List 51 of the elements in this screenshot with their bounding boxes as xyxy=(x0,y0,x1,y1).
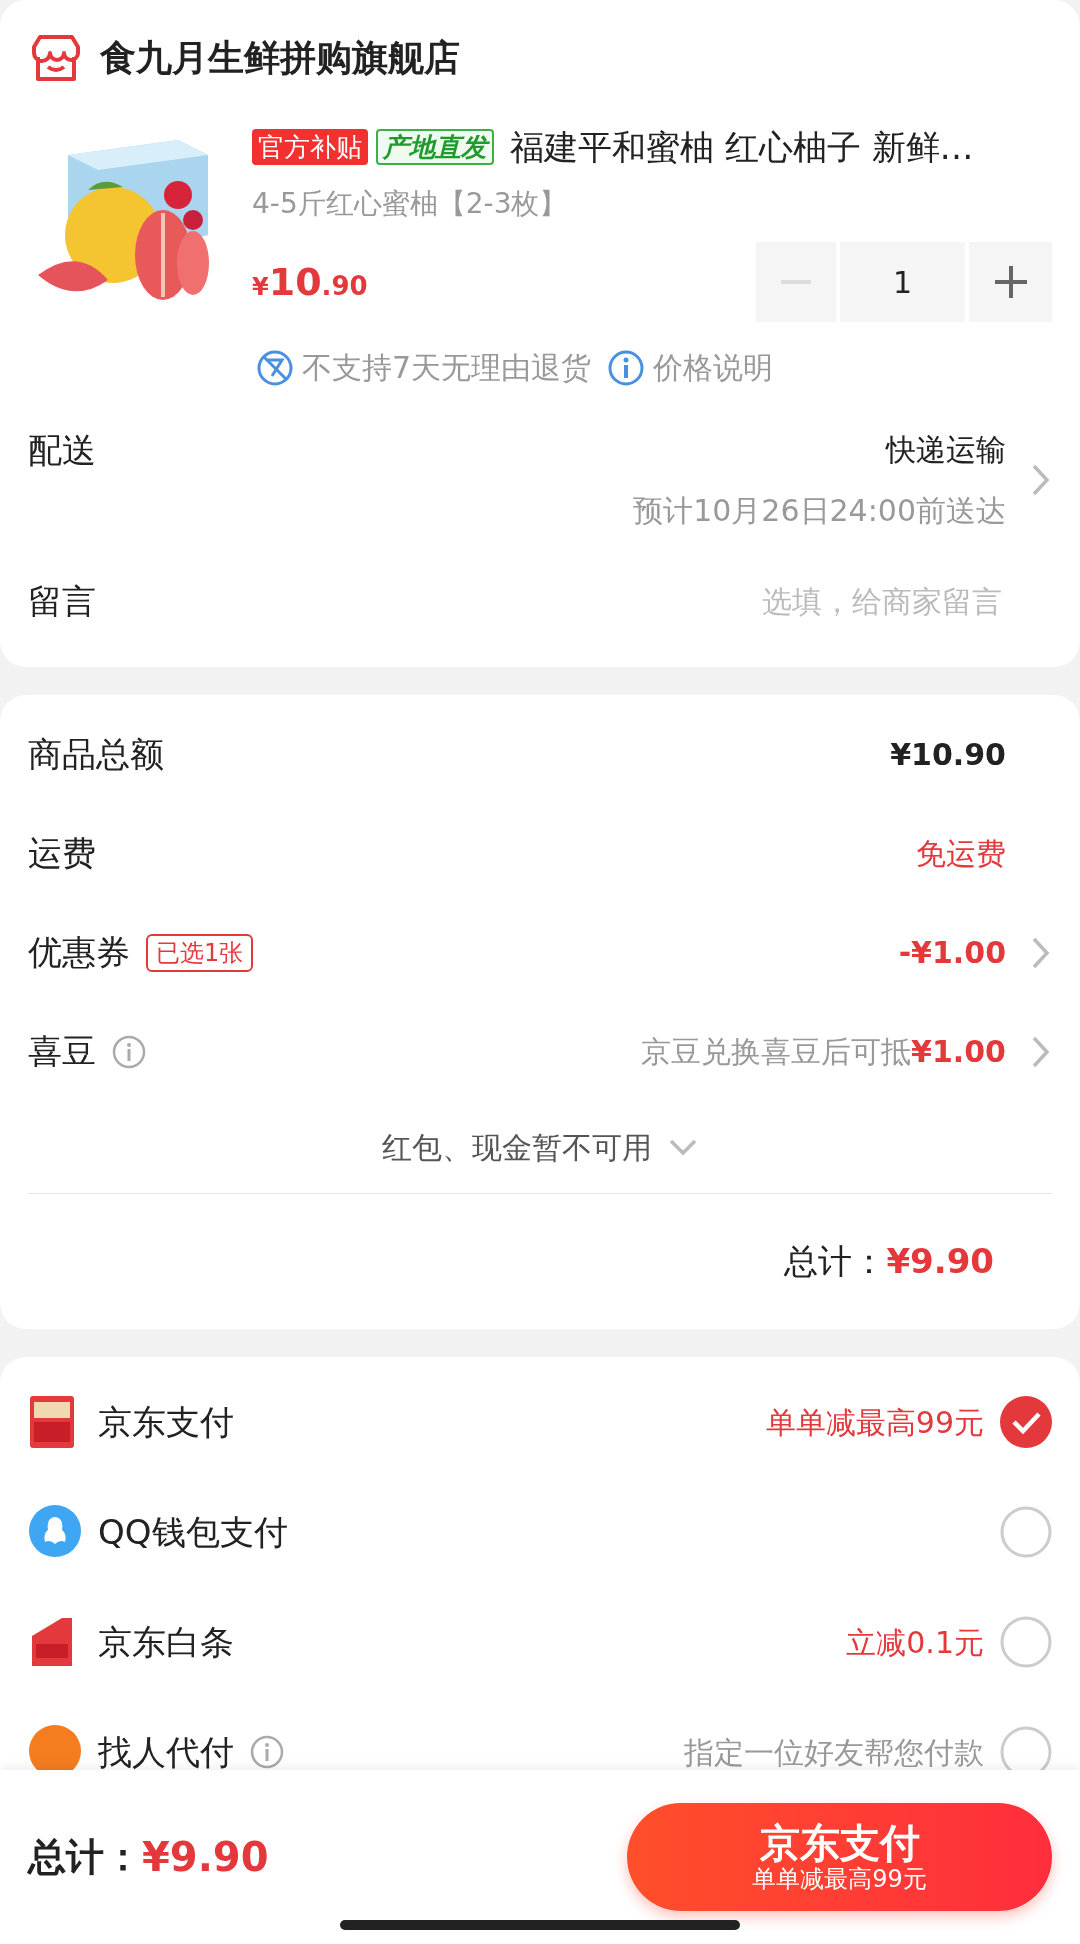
summary-value: ¥1.00 xyxy=(911,1033,1006,1071)
product-tag: 产地直发 xyxy=(376,129,494,165)
delivery-label: 配送 xyxy=(28,429,96,472)
store-name[interactable]: 食九月生鲜拼购旗舰店 xyxy=(100,30,460,85)
expand-toggle[interactable]: 红包、现金暂不可用 xyxy=(382,1124,698,1170)
radio-button[interactable] xyxy=(1000,1616,1052,1668)
radio-button[interactable] xyxy=(1000,1726,1052,1770)
plus-icon xyxy=(992,264,1029,300)
summary-value: 免运费 xyxy=(916,835,1006,873)
payment-icon xyxy=(28,1724,82,1770)
summary-label: 运费 xyxy=(28,832,96,875)
footer-total-label: 总计： xyxy=(28,1833,142,1881)
payment-name[interactable]: 京东白条 xyxy=(98,1616,234,1668)
coupon-badge: 已选1张 xyxy=(146,933,254,972)
delivery-eta: 预计10月26日24:00前送达 xyxy=(633,492,1006,530)
home-indicator[interactable] xyxy=(340,1920,740,1930)
message-field[interactable]: 选填，给商家留言 xyxy=(604,577,1004,625)
payment-name[interactable]: QQ钱包支付 xyxy=(98,1506,288,1558)
footer-total-value: ¥9.90 xyxy=(142,1833,269,1882)
total-value: ¥9.90 xyxy=(886,1240,994,1283)
product-title[interactable]: 福建平和蜜柚 红心柚子 新鲜… xyxy=(510,121,974,173)
payment-hint: 指定一位好友帮您付款 xyxy=(684,1733,984,1770)
summary-label: 商品总额 xyxy=(28,733,164,776)
message-label: 留言 xyxy=(28,579,96,623)
no-return-icon xyxy=(256,348,294,387)
product-price: ¥10.90 xyxy=(252,258,368,306)
summary-label: 优惠券 xyxy=(28,931,130,974)
product-spec: 4-5斤红心蜜柚【2-3枚】 xyxy=(252,186,569,222)
product-tag: 官方补贴 xyxy=(252,129,368,165)
info-icon[interactable] xyxy=(607,348,646,387)
summary-note: 京豆兑换喜豆后可抵 xyxy=(641,1033,912,1071)
payment-promo: 立减0.1元 xyxy=(846,1623,984,1662)
summary-value: -¥1.00 xyxy=(898,934,1006,972)
chevron-down-icon xyxy=(668,1137,698,1157)
delivery-method: 快递运输 xyxy=(886,431,1006,469)
quantity-field[interactable]: 1 xyxy=(840,242,965,322)
total-label: 总计： xyxy=(784,1240,887,1283)
summary-value: ¥10.90 xyxy=(890,736,1006,774)
summary-label: 喜豆 xyxy=(28,1030,96,1073)
radio-button[interactable] xyxy=(1000,1396,1052,1448)
pay-button[interactable]: 京东支付 单单减最高99元 xyxy=(627,1803,1052,1911)
chevron-icon[interactable] xyxy=(1030,462,1052,498)
notice-text: 不支持7天无理由退货 xyxy=(302,349,592,387)
info-icon[interactable] xyxy=(112,1034,146,1069)
payment-name[interactable]: 找人代付 xyxy=(98,1726,234,1770)
info-icon[interactable] xyxy=(250,1735,284,1769)
radio-button[interactable] xyxy=(1000,1506,1052,1558)
penguin-icon xyxy=(28,1504,82,1560)
plus-button[interactable] xyxy=(969,242,1052,322)
payment-promo: 单单减最高99元 xyxy=(765,1403,984,1442)
payment-name[interactable]: 京东支付 xyxy=(98,1396,234,1448)
